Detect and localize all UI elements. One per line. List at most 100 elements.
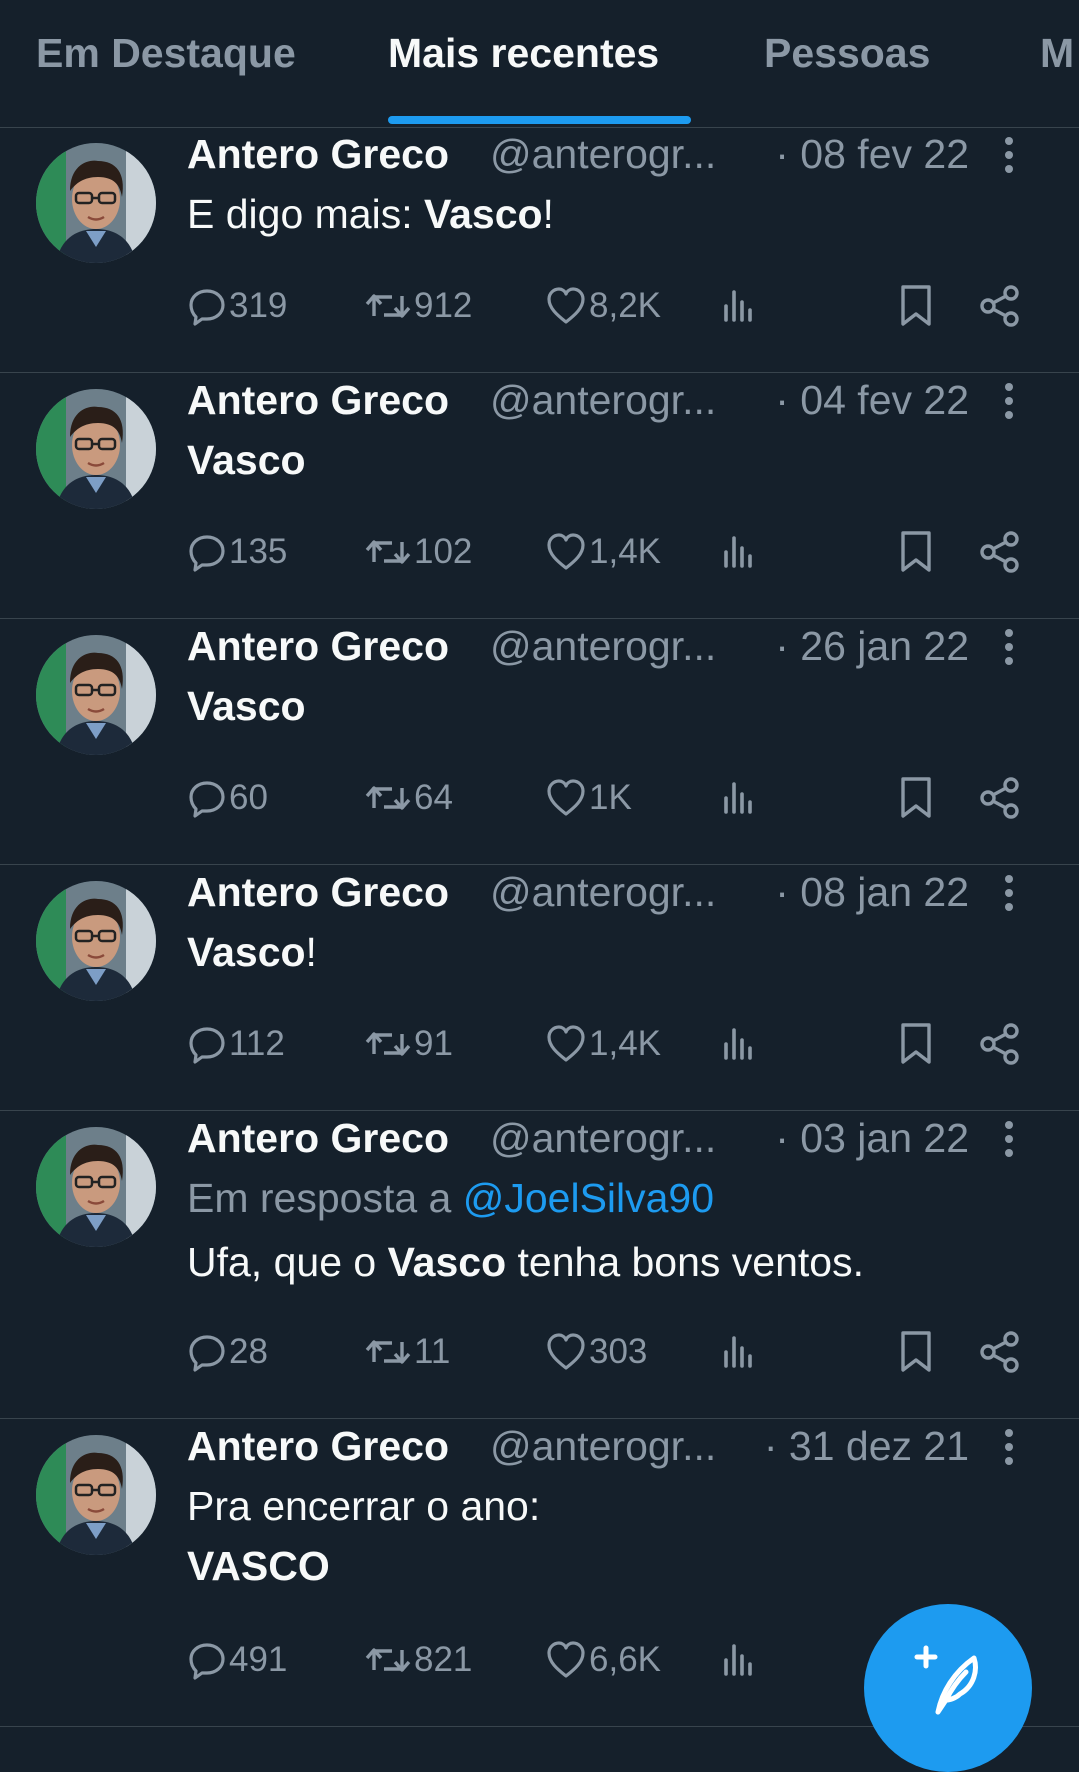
like-button[interactable]: 1,4K — [545, 1021, 661, 1067]
retweet-button[interactable]: 91 — [364, 1021, 453, 1067]
reply-button[interactable]: 60 — [187, 775, 268, 821]
highlighted-term: Vasco — [187, 437, 306, 483]
tab-midia[interactable]: M — [1040, 30, 1074, 77]
like-button[interactable]: 303 — [545, 1329, 647, 1375]
views-button[interactable] — [718, 283, 760, 329]
views-button[interactable] — [718, 1021, 760, 1067]
highlighted-term: Vasco — [387, 1239, 507, 1285]
search-tabs: Em Destaque Mais recentes Pessoas M — [0, 0, 1079, 128]
tab-em-destaque[interactable]: Em Destaque — [36, 30, 296, 77]
tweet-date[interactable]: · 08 jan 22 — [775, 869, 969, 916]
more-icon[interactable] — [997, 137, 1021, 177]
tweet-text: Pra encerrar o ano: — [187, 1483, 540, 1530]
views-button[interactable] — [718, 529, 760, 575]
text-segment: Ufa, que o — [187, 1239, 388, 1285]
retweet-button[interactable]: 912 — [364, 283, 472, 329]
share-button[interactable] — [978, 775, 1024, 821]
like-count: 303 — [589, 1332, 648, 1371]
tab-pessoas[interactable]: Pessoas — [764, 30, 930, 77]
avatar[interactable] — [36, 1435, 156, 1555]
compose-tweet-button[interactable] — [864, 1604, 1032, 1772]
reply-prefix: Em resposta a — [187, 1175, 463, 1221]
tweet[interactable]: Antero Greco @anterogr... · 08 fev 22 E dig… — [0, 127, 1079, 373]
author-handle[interactable]: @anterogr... — [490, 131, 716, 178]
tweet[interactable]: Antero Greco @anterogr... · 08 jan 22 Vasco… — [0, 865, 1079, 1111]
reply-mention-link[interactable]: @JoelSilva90 — [463, 1175, 714, 1221]
views-icon — [724, 1644, 752, 1676]
like-button[interactable]: 1,4K — [545, 529, 661, 575]
avatar[interactable] — [36, 389, 156, 509]
retweet-button[interactable]: 64 — [364, 775, 453, 821]
tweet[interactable]: Antero Greco @anterogr... · 04 fev 22 Vasco… — [0, 373, 1079, 619]
reply-button[interactable]: 112 — [187, 1021, 285, 1067]
share-button[interactable] — [978, 283, 1024, 329]
more-icon[interactable] — [997, 875, 1021, 915]
bookmark-button[interactable] — [898, 283, 936, 329]
bookmark-button[interactable] — [898, 775, 936, 821]
reply-button[interactable]: 491 — [187, 1637, 287, 1683]
tweet[interactable]: Antero Greco @anterogr... · 26 jan 22 Vasco… — [0, 619, 1079, 865]
share-button[interactable] — [978, 1329, 1024, 1375]
author-name[interactable]: Antero Greco — [187, 623, 449, 670]
tweet[interactable]: Antero Greco @anterogr... · 03 jan 22 Em re… — [0, 1111, 1079, 1419]
retweet-count: 821 — [414, 1640, 473, 1679]
avatar[interactable] — [36, 1127, 156, 1247]
share-button[interactable] — [978, 529, 1024, 575]
avatar[interactable] — [36, 635, 156, 755]
tweet-date[interactable]: · 26 jan 22 — [775, 623, 969, 670]
retweet-count: 91 — [414, 1024, 453, 1063]
tweet-actions: 319 912 8,2K — [0, 283, 1079, 329]
text-segment: E digo mais: — [187, 191, 424, 237]
more-icon[interactable] — [997, 1121, 1021, 1161]
tweet-date[interactable]: · 31 dez 21 — [764, 1423, 969, 1470]
retweet-icon — [365, 1340, 411, 1364]
reply-button[interactable]: 28 — [187, 1329, 268, 1375]
author-handle[interactable]: @anterogr... — [490, 1423, 716, 1470]
more-icon[interactable] — [997, 629, 1021, 669]
like-button[interactable]: 6,6K — [545, 1637, 661, 1683]
text-segment: ! — [542, 191, 554, 237]
like-count: 6,6K — [589, 1640, 661, 1679]
avatar[interactable] — [36, 881, 156, 1001]
retweet-button[interactable]: 821 — [364, 1637, 472, 1683]
author-handle[interactable]: @anterogr... — [490, 623, 716, 670]
more-icon[interactable] — [997, 383, 1021, 423]
views-button[interactable] — [718, 775, 760, 821]
more-icon[interactable] — [997, 1429, 1021, 1469]
author-name[interactable]: Antero Greco — [187, 1115, 449, 1162]
reply-button[interactable]: 135 — [187, 529, 287, 575]
reply-count: 60 — [229, 778, 268, 817]
author-name[interactable]: Antero Greco — [187, 377, 449, 424]
author-name[interactable]: Antero Greco — [187, 869, 449, 916]
tweet-date[interactable]: · 08 fev 22 — [775, 131, 969, 178]
author-handle[interactable]: @anterogr... — [490, 1115, 716, 1162]
views-button[interactable] — [718, 1329, 760, 1375]
bookmark-button[interactable] — [898, 1021, 936, 1067]
author-handle[interactable]: @anterogr... — [490, 869, 716, 916]
tweet-text: Vasco! — [187, 929, 317, 976]
retweet-button[interactable]: 11 — [364, 1329, 450, 1375]
share-button[interactable] — [978, 1021, 1024, 1067]
heart-icon — [547, 533, 585, 570]
author-name[interactable]: Antero Greco — [187, 1423, 449, 1470]
avatar[interactable] — [36, 143, 156, 263]
views-icon — [724, 782, 752, 814]
views-button[interactable] — [718, 1637, 760, 1683]
share-icon — [980, 777, 1019, 819]
like-button[interactable]: 1K — [545, 775, 632, 821]
reply-button[interactable]: 319 — [187, 283, 287, 329]
tab-mais-recentes[interactable]: Mais recentes — [388, 30, 659, 77]
like-button[interactable]: 8,2K — [545, 283, 661, 329]
tweet-text: VASCO — [187, 1543, 330, 1590]
avatar-image — [36, 1435, 156, 1555]
share-icon — [980, 531, 1019, 573]
author-handle[interactable]: @anterogr... — [490, 377, 716, 424]
like-count: 8,2K — [589, 286, 661, 325]
bookmark-button[interactable] — [898, 529, 936, 575]
author-name[interactable]: Antero Greco — [187, 131, 449, 178]
bookmark-button[interactable] — [898, 1329, 936, 1375]
tweet-date[interactable]: · 03 jan 22 — [775, 1115, 969, 1162]
retweet-button[interactable]: 102 — [364, 529, 472, 575]
tweet-date[interactable]: · 04 fev 22 — [775, 377, 969, 424]
tweet-actions: 135 102 1,4K — [0, 529, 1079, 575]
